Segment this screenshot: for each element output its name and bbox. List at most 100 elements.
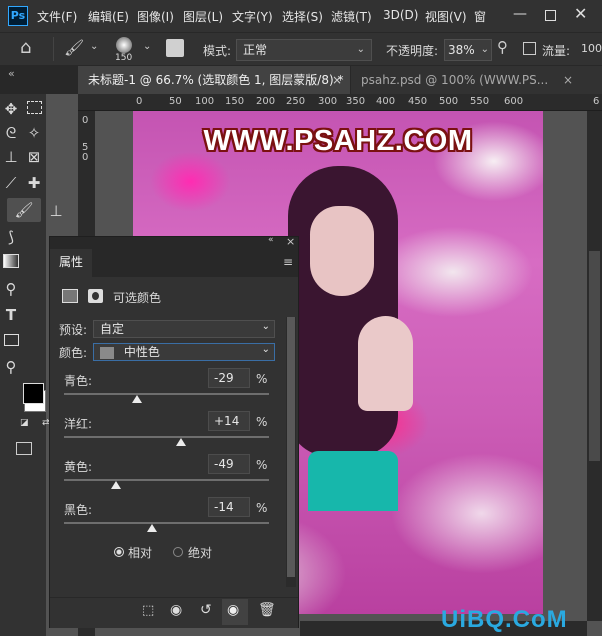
tab-properties[interactable]: 属性 [50,249,92,277]
menu-filter[interactable]: 滤镜(T) [331,8,372,25]
eyedropper-tool-icon[interactable]: ⟋ [0,172,22,194]
view-previous-state-icon[interactable]: ◉ [170,602,182,618]
maximize-icon[interactable] [545,10,556,21]
cyan-label: 青色: [64,374,93,388]
delete-icon[interactable]: 🗑 [258,602,276,618]
photo-subject-shirt [308,451,398,511]
panel-footer: ⬚ ◉ ↺ ◉ 🗑 [50,597,298,628]
tab-label: 未标题-1 @ 66.7% (选取颜色 1, 图层蒙版/8) * [88,73,344,87]
magenta-slider-track[interactable] [64,436,269,438]
absolute-radio[interactable] [173,547,183,557]
relative-radio[interactable] [114,547,124,557]
panel-menu-icon[interactable]: ≡ [283,255,293,269]
reset-icon[interactable]: ↺ [200,602,212,618]
eye-icon: ◉ [227,602,240,618]
chevron-down-icon: ⌄ [261,321,270,332]
type-tool-icon[interactable]: T [0,304,22,326]
crop-tool-icon[interactable]: ⊥ [0,146,22,168]
preset-select[interactable]: 自定 ⌄ [93,320,275,338]
menu-file[interactable]: 文件(F) [37,8,77,25]
collapse-toolbar-icon[interactable]: « [8,67,15,80]
close-panel-icon[interactable]: × [286,235,295,248]
adjustment-title: 可选颜色 [113,291,162,305]
lasso-tool-icon[interactable]: ᘓ [0,122,22,144]
brush-size-value: 150 [115,53,133,63]
chevron-down-icon[interactable]: ⌄ [143,41,151,52]
vertical-scrollbar[interactable] [587,111,602,621]
menu-image[interactable]: 图像(I) [137,8,174,25]
foreground-color-swatch[interactable] [23,383,44,404]
healing-brush-tool-icon[interactable]: ✚ [23,172,45,194]
menu-type[interactable]: 文字(Y) [232,8,273,25]
search-icon[interactable]: ⚲ [497,38,508,56]
colors-select[interactable]: 中性色 ⌄ [93,343,275,361]
black-input[interactable]: -14 [208,497,250,517]
cyan-input[interactable]: -29 [208,368,250,388]
scrollbar-thumb[interactable] [589,251,600,461]
magenta-input[interactable]: +14 [208,411,250,431]
menu-window[interactable]: 窗 [474,8,486,25]
black-slider-thumb[interactable] [147,524,158,532]
move-tool-icon[interactable]: ✥ [0,98,22,120]
clip-to-layer-icon[interactable]: ⬚ [142,603,154,618]
stamp-tool-icon[interactable]: ⊥ [45,200,67,222]
menu-view[interactable]: 视图(V) [425,8,467,25]
ruler-tick-label: 50 [169,96,182,107]
opacity-value: 38% [448,43,475,57]
opacity-input[interactable]: 38% ⌄ [444,39,492,61]
layer-mask-icon[interactable] [88,289,103,303]
ruler-tick-label: 350 [346,96,366,107]
tab-psahz[interactable]: psahz.psd @ 100% (WWW.PS... × [351,66,602,94]
zoom-tool-icon[interactable]: ⚲ [0,356,22,378]
close-icon[interactable]: × [332,66,342,94]
pressure-opacity-icon[interactable] [523,42,536,55]
default-colors-icon[interactable]: ◪ [20,418,29,428]
dodge-tool-icon[interactable]: ⚲ [0,278,22,300]
brush-preset-icon[interactable]: 🖌 [64,38,84,57]
chevron-down-icon: ⌄ [356,44,365,55]
ruler-tick-label: 0 [82,115,89,126]
black-slider-track[interactable] [64,522,269,524]
yellow-input[interactable]: -49 [208,454,250,474]
yellow-slider-track[interactable] [64,479,269,481]
menu-3d[interactable]: 3D(D) [383,8,418,22]
options-bar: ⌂ 🖌 ⌄ 150 ⌄ 模式: 正常 ⌄ 不透明度: 38% ⌄ ⚲ 流量: 1… [0,32,602,66]
photo-subject-face [310,206,374,296]
magenta-slider-thumb[interactable] [175,438,186,446]
frame-tool-icon[interactable]: ⊠ [23,146,45,168]
panel-scrollbar[interactable] [286,317,296,587]
percent-unit: % [256,415,268,429]
minimize-icon[interactable]: — [513,6,527,22]
ruler-tick-label: 200 [256,96,276,107]
shape-tool-icon[interactable] [0,330,22,352]
photoshop-logo: Ps [8,6,28,26]
close-window-icon[interactable]: ✕ [574,4,587,23]
close-icon[interactable]: × [563,66,573,94]
ruler-tick-label: 100 [195,96,215,107]
cyan-slider-thumb[interactable] [131,395,142,403]
history-brush-tool-icon[interactable]: ⟆ [0,226,22,248]
ruler-tick-label: 0 [136,96,143,107]
chevron-down-icon[interactable]: ⌄ [90,41,98,52]
menu-edit[interactable]: 编辑(E) [88,8,129,25]
brush-settings-icon[interactable] [166,39,184,57]
quick-mask-icon[interactable] [16,442,32,455]
tab-untitled-1[interactable]: 未标题-1 @ 66.7% (选取颜色 1, 图层蒙版/8) * × [78,66,350,94]
menu-layer[interactable]: 图层(L) [183,8,223,25]
mode-select[interactable]: 正常 ⌄ [236,39,372,61]
collapse-panel-icon[interactable]: « [268,235,274,245]
ruler-tick-label: 400 [376,96,396,107]
magic-wand-tool-icon[interactable]: ✧ [23,122,45,144]
home-icon[interactable]: ⌂ [20,37,31,58]
yellow-slider-thumb[interactable] [111,481,122,489]
gradient-tool-icon[interactable] [0,252,22,274]
marquee-tool-icon[interactable] [23,98,45,120]
menu-select[interactable]: 选择(S) [282,8,323,25]
brush-tool-icon[interactable]: 🖌 [7,198,41,222]
toggle-visibility-button[interactable]: ◉ [222,599,248,625]
cyan-slider-track[interactable] [64,393,269,395]
brush-tip-icon[interactable] [116,37,132,53]
scrollbar-thumb[interactable] [287,317,295,577]
mode-label: 模式: [203,44,232,58]
flow-value[interactable]: 100 [581,42,602,55]
